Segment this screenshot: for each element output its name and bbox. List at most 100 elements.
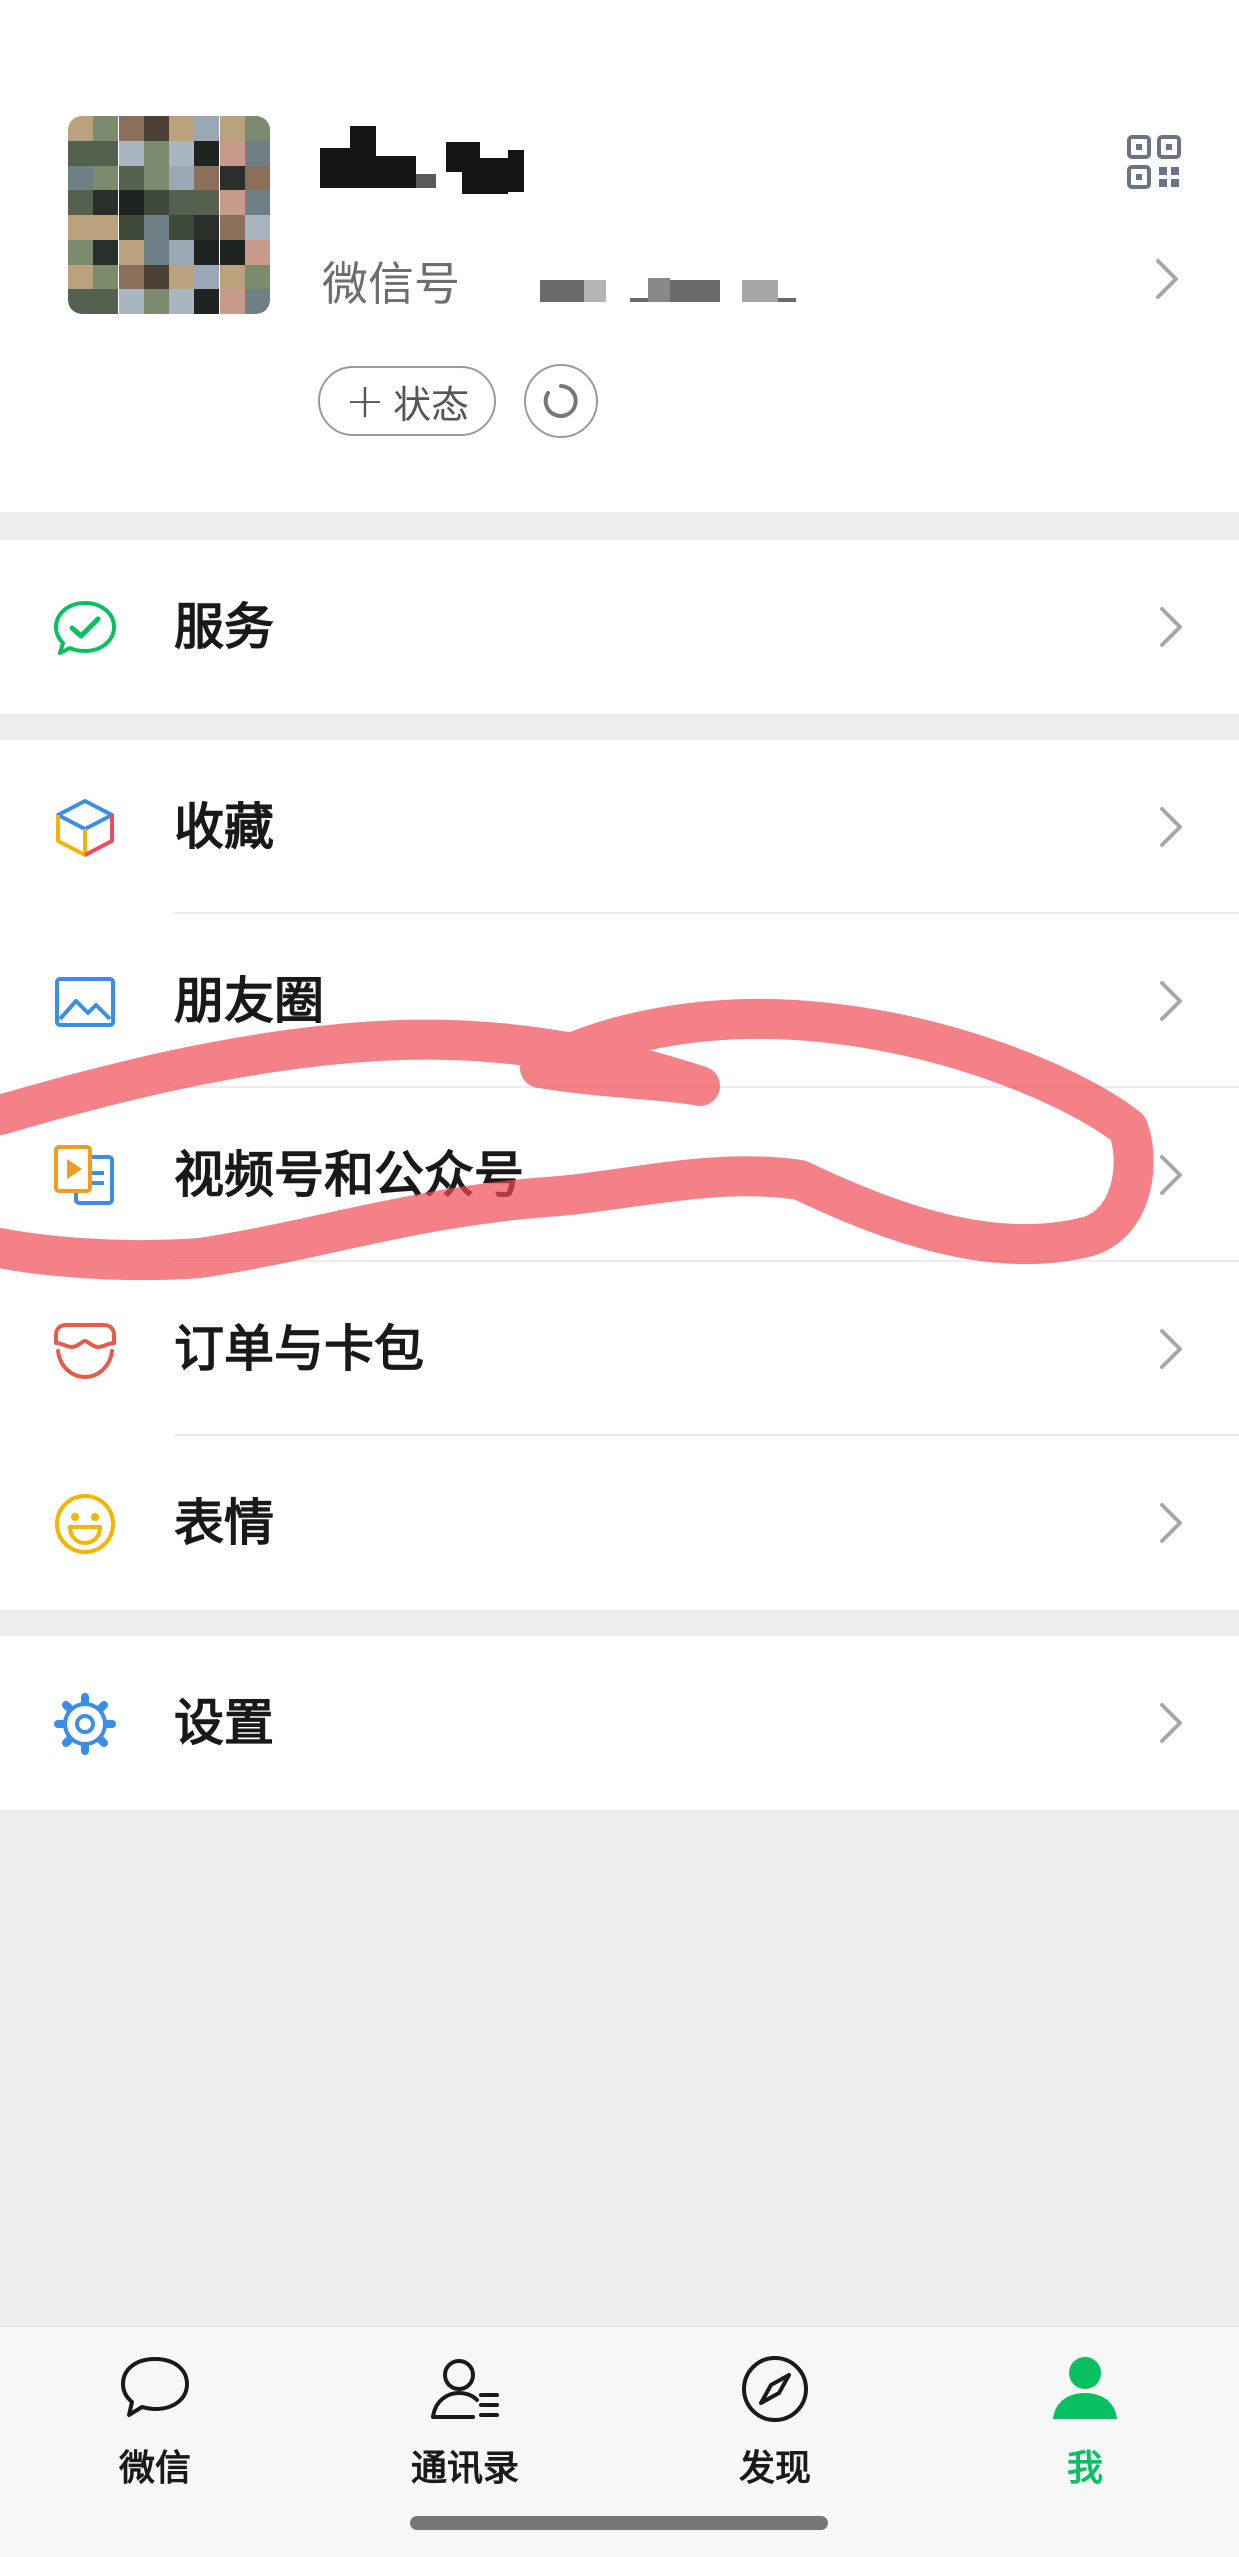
avatar-mosaic-cell (194, 165, 220, 191)
contacts-person-icon (431, 2359, 499, 2419)
avatar-mosaic-cell (68, 264, 93, 290)
add-status-button[interactable]: + 状态 (318, 366, 496, 436)
avatar-mosaic-cell (219, 289, 245, 314)
avatar-mosaic-cell (118, 190, 144, 216)
avatar-mosaic-cell (169, 190, 194, 216)
chevron-right-icon (1160, 1703, 1182, 1743)
refresh-circle-icon (543, 384, 578, 418)
services-icon (54, 601, 116, 655)
avatar-mosaic-cell (143, 116, 169, 141)
chevron-right-icon (1160, 1329, 1182, 1369)
wechat-id-value-redacted (540, 276, 810, 304)
avatar-mosaic-cell (194, 190, 220, 216)
menu-item-channels-official-accounts[interactable]: 视频号和公众号 (0, 1088, 1239, 1262)
menu-label-moments: 朋友圈 (174, 972, 324, 1030)
avatar-mosaic-cell (169, 165, 194, 191)
channels-official-accounts-icon (54, 1145, 114, 1205)
chevron-right-icon (1160, 981, 1182, 1021)
avatar-mosaic-cell (194, 264, 220, 290)
avatar-mosaic-cell (194, 289, 220, 314)
orders-cards-wallet-icon (54, 1323, 116, 1380)
me-person-icon (1053, 2357, 1117, 2419)
menu-item-moments[interactable]: 朋友圈 (0, 914, 1239, 1088)
avatar[interactable] (68, 116, 270, 314)
menu-group-settings: 设置 (0, 1636, 1239, 1810)
avatar-mosaic-cell (143, 215, 169, 240)
refresh-status-button[interactable] (524, 364, 598, 438)
avatar-mosaic-cell (244, 116, 270, 141)
avatar-mosaic-cell (169, 116, 194, 141)
avatar-mosaic-cell (219, 116, 245, 141)
avatar-mosaic-cell (93, 140, 119, 166)
avatar-mosaic-cell (219, 215, 245, 240)
avatar-mosaic-cell (93, 116, 119, 141)
tab-me[interactable]: 我 (930, 2327, 1239, 2527)
menu-group-main: 收藏 朋友圈 视频号和公众号 订单与卡包 表情 (0, 740, 1239, 1610)
avatar-mosaic-cell (244, 190, 270, 216)
moments-picture-icon (55, 977, 115, 1027)
status-button-label: 状态 (393, 382, 470, 427)
avatar-mosaic-cell (244, 239, 270, 265)
avatar-mosaic-cell (143, 289, 169, 314)
avatar-mosaic-cell (219, 190, 245, 216)
wechat-id-label: 微信号 (322, 257, 460, 311)
avatar-mosaic-cell (68, 165, 93, 191)
avatar-mosaic-cell (244, 140, 270, 166)
avatar-mosaic-cell (118, 140, 144, 166)
menu-label-services: 服务 (174, 598, 274, 656)
avatar-mosaic-cell (219, 239, 245, 265)
avatar-mosaic-cell (169, 239, 194, 265)
profile-header: 微信号 + 状态 (0, 0, 1239, 512)
avatar-mosaic-cell (118, 215, 144, 240)
chevron-right-icon (1160, 807, 1182, 847)
avatar-mosaic-cell (169, 289, 194, 314)
avatar-mosaic-cell (169, 264, 194, 290)
menu-label-channels-official-accounts: 视频号和公众号 (174, 1146, 524, 1204)
avatar-mosaic-cell (93, 215, 119, 240)
stickers-smiley-icon (55, 1494, 115, 1554)
avatar-mosaic-cell (68, 116, 93, 141)
avatar-mosaic-cell (143, 264, 169, 290)
chevron-right-icon[interactable] (1152, 255, 1182, 303)
avatar-mosaic-cell (93, 264, 119, 290)
tab-label-me: 我 (1066, 2448, 1103, 2489)
tab-label-contacts: 通讯录 (410, 2448, 519, 2489)
tab-discover[interactable]: 发现 (620, 2327, 930, 2527)
avatar-mosaic-cell (93, 239, 119, 265)
avatar-mosaic-cell (118, 239, 144, 265)
avatar-mosaic-cell (194, 239, 220, 265)
menu-label-settings: 设置 (174, 1694, 274, 1752)
avatar-mosaic-cell (194, 215, 220, 240)
avatar-mosaic-cell (68, 190, 93, 216)
avatar-mosaic-cell (219, 165, 245, 191)
menu-label-stickers: 表情 (174, 1494, 274, 1552)
menu-item-orders-cards[interactable]: 订单与卡包 (0, 1262, 1239, 1436)
tab-chats[interactable]: 微信 (0, 2327, 310, 2527)
menu-item-settings[interactable]: 设置 (0, 1636, 1239, 1810)
chevron-right-icon (1160, 607, 1182, 647)
avatar-mosaic-cell (244, 289, 270, 314)
avatar-mosaic-cell (194, 116, 220, 141)
menu-item-favorites[interactable]: 收藏 (0, 740, 1239, 914)
avatar-mosaic-cell (118, 264, 144, 290)
avatar-mosaic-cell (93, 190, 119, 216)
menu-item-services[interactable]: 服务 (0, 540, 1239, 714)
qr-code-icon[interactable] (1126, 134, 1182, 190)
compass-icon (742, 2356, 808, 2422)
avatar-mosaic-cell (194, 140, 220, 166)
avatar-mosaic-cell (143, 140, 169, 166)
avatar-mosaic-cell (244, 165, 270, 191)
avatar-mosaic-cell (118, 289, 144, 314)
avatar-mosaic-cell (118, 165, 144, 191)
avatar-mosaic-cell (68, 140, 93, 166)
avatar-mosaic-cell (118, 116, 144, 141)
tab-label-discover: 发现 (738, 2448, 811, 2489)
plus-icon: + (344, 373, 386, 429)
tab-contacts[interactable]: 通讯录 (310, 2327, 620, 2527)
chevron-right-icon (1160, 1503, 1182, 1543)
home-indicator[interactable] (410, 2516, 828, 2530)
avatar-mosaic-cell (68, 215, 93, 240)
avatar-mosaic-cell (68, 239, 93, 265)
menu-item-stickers[interactable]: 表情 (0, 1436, 1239, 1610)
chat-bubble-icon (121, 2357, 189, 2417)
